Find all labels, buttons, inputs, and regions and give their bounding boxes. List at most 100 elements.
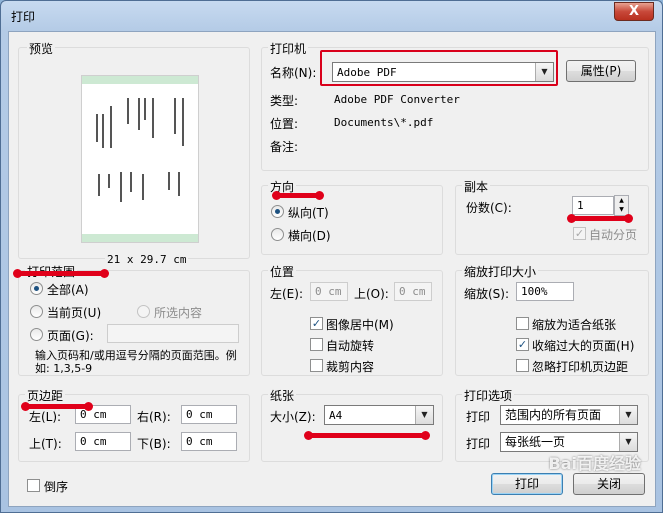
preview-text-line [130, 172, 132, 192]
pages-per-sheet-label: 打印 [466, 437, 491, 451]
range-selection-radio[interactable] [137, 305, 150, 318]
preview-text-line [144, 98, 146, 120]
range-pages-label: 页面(G): [47, 329, 94, 343]
annotation-highlight-box [320, 50, 558, 86]
position-group: 位置 左(E): 0 cm 上(O): 0 cm ✓ 图像居中(M) 自动旋转 … [261, 263, 443, 376]
preview-text-line [152, 98, 154, 138]
paper-group-label: 纸张 [268, 387, 297, 404]
preview-text-line [138, 98, 140, 130]
autorotate-checkbox[interactable] [310, 338, 323, 351]
window-title: 打印 [11, 10, 36, 24]
printer-properties-button[interactable]: 属性(P) [566, 60, 636, 82]
position-top-input[interactable]: 0 cm [394, 282, 432, 301]
collate-label: 自动分页 [589, 228, 638, 242]
preview-text-line [98, 174, 100, 196]
margins-group-label: 页边距 [25, 387, 66, 404]
title-bar[interactable]: 打印 X [1, 1, 662, 31]
copies-count-label: 份数(C): [466, 201, 512, 215]
preview-text-line [110, 106, 112, 148]
printer-comment-label: 备注: [270, 140, 299, 154]
orientation-portrait-label: 纵向(T) [288, 206, 329, 220]
preview-text-line [178, 172, 180, 196]
dialog-client-area: 预览 21 x 29.7 cm 打印机 名称(N): Adobe PDF ▼ 属… [8, 31, 656, 507]
position-left-input[interactable]: 0 cm [310, 282, 348, 301]
preview-text-line [174, 98, 176, 134]
printer-location-label: 位置: [270, 117, 299, 131]
print-subset-select[interactable]: 范围内的所有页面 ▼ [500, 405, 638, 425]
annotation-underline [567, 214, 633, 223]
range-current-page-label: 当前页(U) [47, 306, 102, 320]
preview-text-line [127, 98, 129, 124]
margin-right-input[interactable]: 0 cm [181, 405, 237, 424]
crop-content-checkbox[interactable] [310, 359, 323, 372]
spin-down-icon[interactable]: ▼ [615, 205, 628, 214]
margin-top-label: 上(T): [29, 437, 62, 451]
pages-per-sheet-select[interactable]: 每张纸一页 ▼ [500, 432, 638, 452]
annotation-underline [272, 191, 324, 200]
printer-group-label: 打印机 [268, 40, 309, 57]
paper-size-select[interactable]: A4 ▼ [324, 405, 434, 425]
paper-size-label: 大小(Z): [270, 410, 316, 424]
annotation-underline [13, 269, 109, 278]
preview-text-line [108, 174, 110, 188]
copies-count-input[interactable]: 1 [572, 196, 614, 215]
copies-count-stepper[interactable]: ▲ ▼ [614, 195, 629, 216]
preview-band-bottom [82, 234, 198, 242]
range-pages-input[interactable] [107, 324, 239, 343]
chevron-down-icon: ▼ [619, 433, 637, 451]
fit-paper-label: 缩放为适合纸张 [532, 318, 617, 332]
chevron-down-icon: ▼ [619, 406, 637, 424]
orientation-portrait-radio[interactable] [271, 205, 284, 218]
range-all-label: 全部(A) [47, 283, 89, 297]
window-close-button[interactable]: X [614, 2, 654, 21]
autorotate-label: 自动旋转 [326, 339, 375, 353]
scaling-group-label: 缩放打印大小 [462, 263, 539, 280]
ignore-margins-checkbox[interactable] [516, 359, 529, 372]
center-image-checkbox[interactable]: ✓ [310, 317, 323, 330]
crop-content-label: 裁剪内容 [326, 360, 375, 374]
copies-group-label: 副本 [462, 178, 491, 195]
reverse-order-checkbox[interactable] [27, 479, 40, 492]
print-subset-label: 打印 [466, 410, 491, 424]
shrink-oversized-checkbox[interactable]: ✓ [516, 338, 529, 351]
range-current-page-radio[interactable] [30, 305, 43, 318]
shrink-oversized-label: 收缩过大的页面(H) [532, 339, 635, 353]
spin-up-icon[interactable]: ▲ [615, 196, 628, 205]
margin-top-input[interactable]: 0 cm [75, 432, 131, 451]
margin-bottom-label: 下(B): [137, 437, 171, 451]
center-image-label: 图像居中(M) [326, 318, 394, 332]
preview-text-line [120, 172, 122, 202]
margin-right-label: 右(R): [137, 410, 171, 424]
print-dialog-window: 打印 X 预览 21 x 29.7 cm 打印机 名称(N): Adobe PD… [0, 0, 663, 513]
orientation-landscape-label: 横向(D) [288, 229, 331, 243]
watermark-logo: Bai百度经验 [548, 454, 641, 473]
preview-group: 预览 21 x 29.7 cm [18, 40, 250, 266]
position-top-label: 上(O): [354, 287, 389, 301]
preview-band-top [82, 76, 198, 84]
annotation-underline [304, 431, 430, 440]
chevron-down-icon: ▼ [415, 406, 433, 424]
preview-text-line [96, 114, 98, 142]
scale-input[interactable]: 100% [516, 282, 574, 301]
range-all-radio[interactable] [30, 282, 43, 295]
close-button[interactable]: 关闭 [573, 473, 645, 495]
preview-text-line [102, 114, 104, 148]
margin-left-label: 左(L): [29, 410, 62, 424]
reverse-order-label: 倒序 [44, 480, 69, 494]
printer-name-label: 名称(N): [270, 66, 317, 80]
range-selection-label: 所选内容 [154, 306, 203, 320]
scaling-group: 缩放打印大小 缩放(S): 100% 缩放为适合纸张 ✓ 收缩过大的页面(H) … [455, 263, 649, 376]
preview-text-line [168, 172, 170, 190]
print-button[interactable]: 打印 [491, 473, 563, 495]
orientation-landscape-radio[interactable] [271, 228, 284, 241]
position-group-label: 位置 [268, 263, 297, 280]
fit-paper-checkbox[interactable] [516, 317, 529, 330]
ignore-margins-label: 忽略打印机页边距 [532, 360, 629, 374]
print-range-group: 打印范围 全部(A) 当前页(U) 所选内容 页面(G): 输入页码和/或用逗号… [18, 263, 250, 376]
collate-checkbox[interactable]: ✓ [573, 227, 586, 240]
margin-bottom-input[interactable]: 0 cm [181, 432, 237, 451]
page-preview [81, 75, 199, 243]
range-pages-radio[interactable] [30, 328, 43, 341]
preview-group-label: 预览 [27, 40, 56, 57]
print-options-group-label: 打印选项 [462, 387, 515, 404]
